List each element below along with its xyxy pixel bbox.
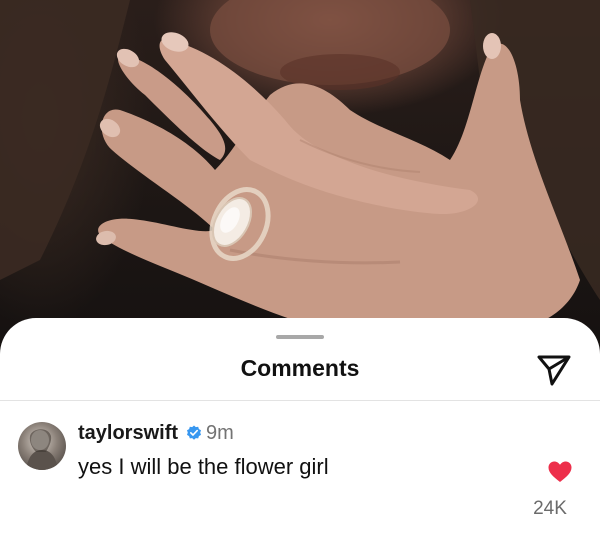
sheet-title: Comments bbox=[240, 355, 360, 381]
heart-icon bbox=[548, 461, 572, 482]
like-button[interactable] bbox=[547, 460, 573, 484]
verified-badge-icon bbox=[187, 425, 201, 440]
send-icon bbox=[537, 355, 571, 386]
comment-username[interactable]: taylorswift bbox=[78, 422, 178, 445]
avatar[interactable] bbox=[18, 422, 66, 470]
drag-handle[interactable] bbox=[276, 335, 324, 339]
share-button[interactable] bbox=[534, 352, 574, 388]
profile-photo-icon bbox=[26, 429, 58, 470]
comment-item: taylorswift 9m yes I will be the flower … bbox=[0, 418, 600, 519]
like-count: 24K bbox=[533, 498, 567, 519]
divider bbox=[0, 400, 600, 401]
post-photo bbox=[0, 0, 600, 360]
comment-timestamp: 9m bbox=[206, 422, 234, 444]
comments-sheet: Comments taylorswift 9m yes I will be th… bbox=[0, 318, 600, 534]
hand-with-ring-image bbox=[0, 0, 600, 331]
comment-text: yes I will be the flower girl bbox=[78, 454, 329, 479]
